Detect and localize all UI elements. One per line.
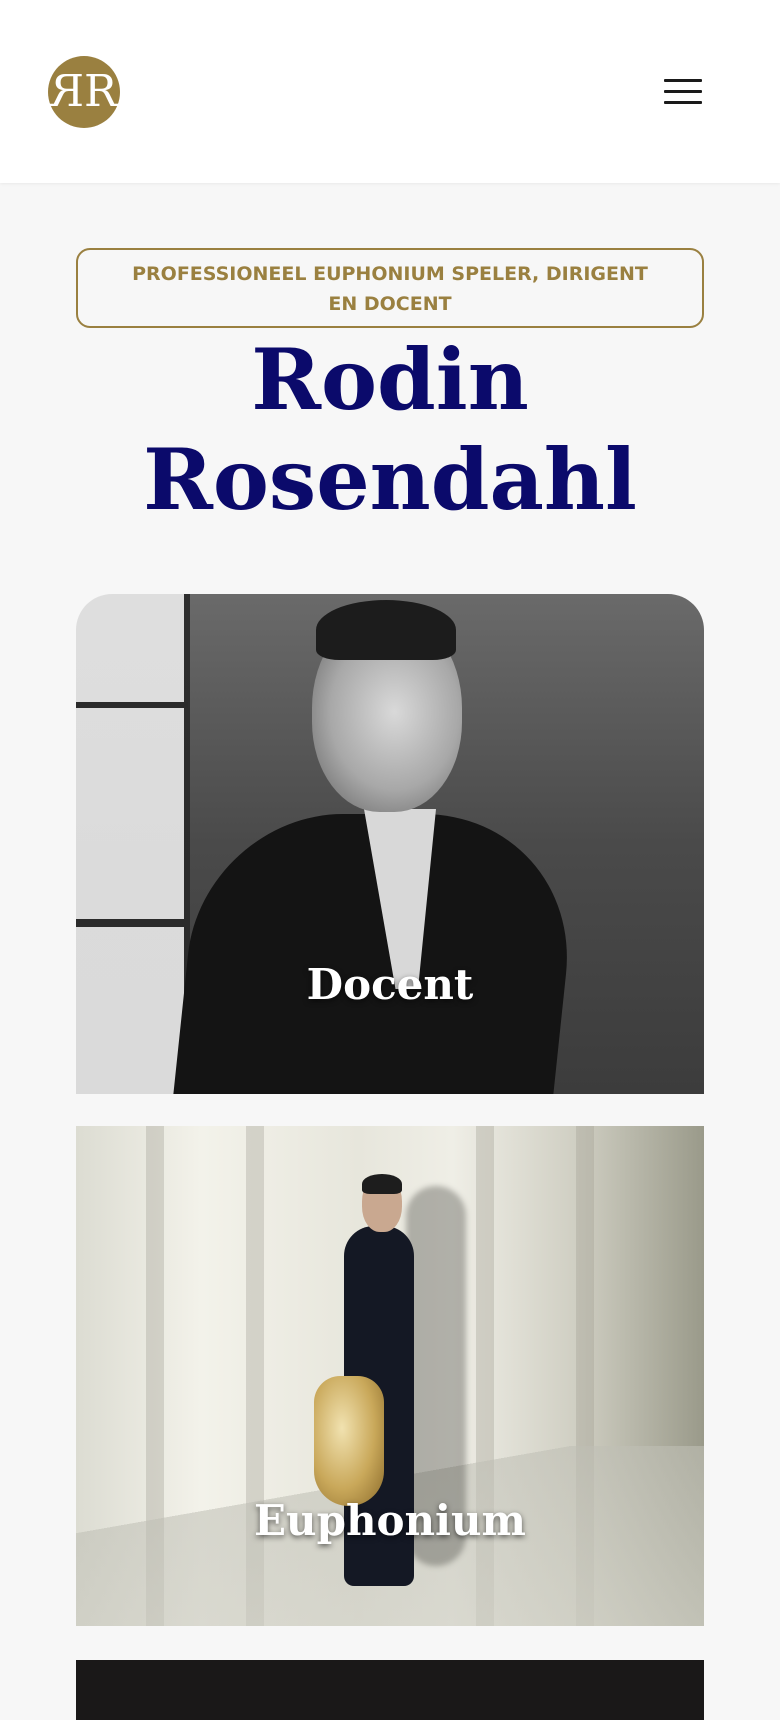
euphonium-card[interactable]: Euphonium (76, 1126, 704, 1626)
third-card[interactable] (76, 1660, 704, 1720)
musician-hair (362, 1174, 402, 1194)
portrait-hair (316, 600, 456, 660)
menu-bar (664, 101, 702, 104)
window-frame (76, 702, 188, 708)
hamburger-menu-icon[interactable] (664, 74, 702, 108)
euphonium-card-label: Euphonium (254, 1496, 526, 1545)
logo-letter-mirrored: R (60, 66, 84, 117)
logo[interactable]: RR (48, 56, 120, 128)
docent-card-label: Docent (306, 960, 474, 1009)
docent-card[interactable]: Docent (76, 594, 704, 1094)
menu-bar (664, 90, 702, 93)
title-last-name: Rosendahl (143, 430, 637, 529)
window-frame (76, 919, 188, 927)
euphonium-instrument (314, 1376, 384, 1506)
title-first-name: Rodin (251, 330, 529, 429)
tagline-badge: PROFESSIONEEL EUPHONIUM SPELER, DIRIGENT… (76, 248, 704, 328)
site-header: RR (0, 0, 780, 183)
menu-bar (664, 79, 702, 82)
logo-letter: R (84, 66, 117, 117)
page-title: Rodin Rosendahl (0, 330, 780, 530)
